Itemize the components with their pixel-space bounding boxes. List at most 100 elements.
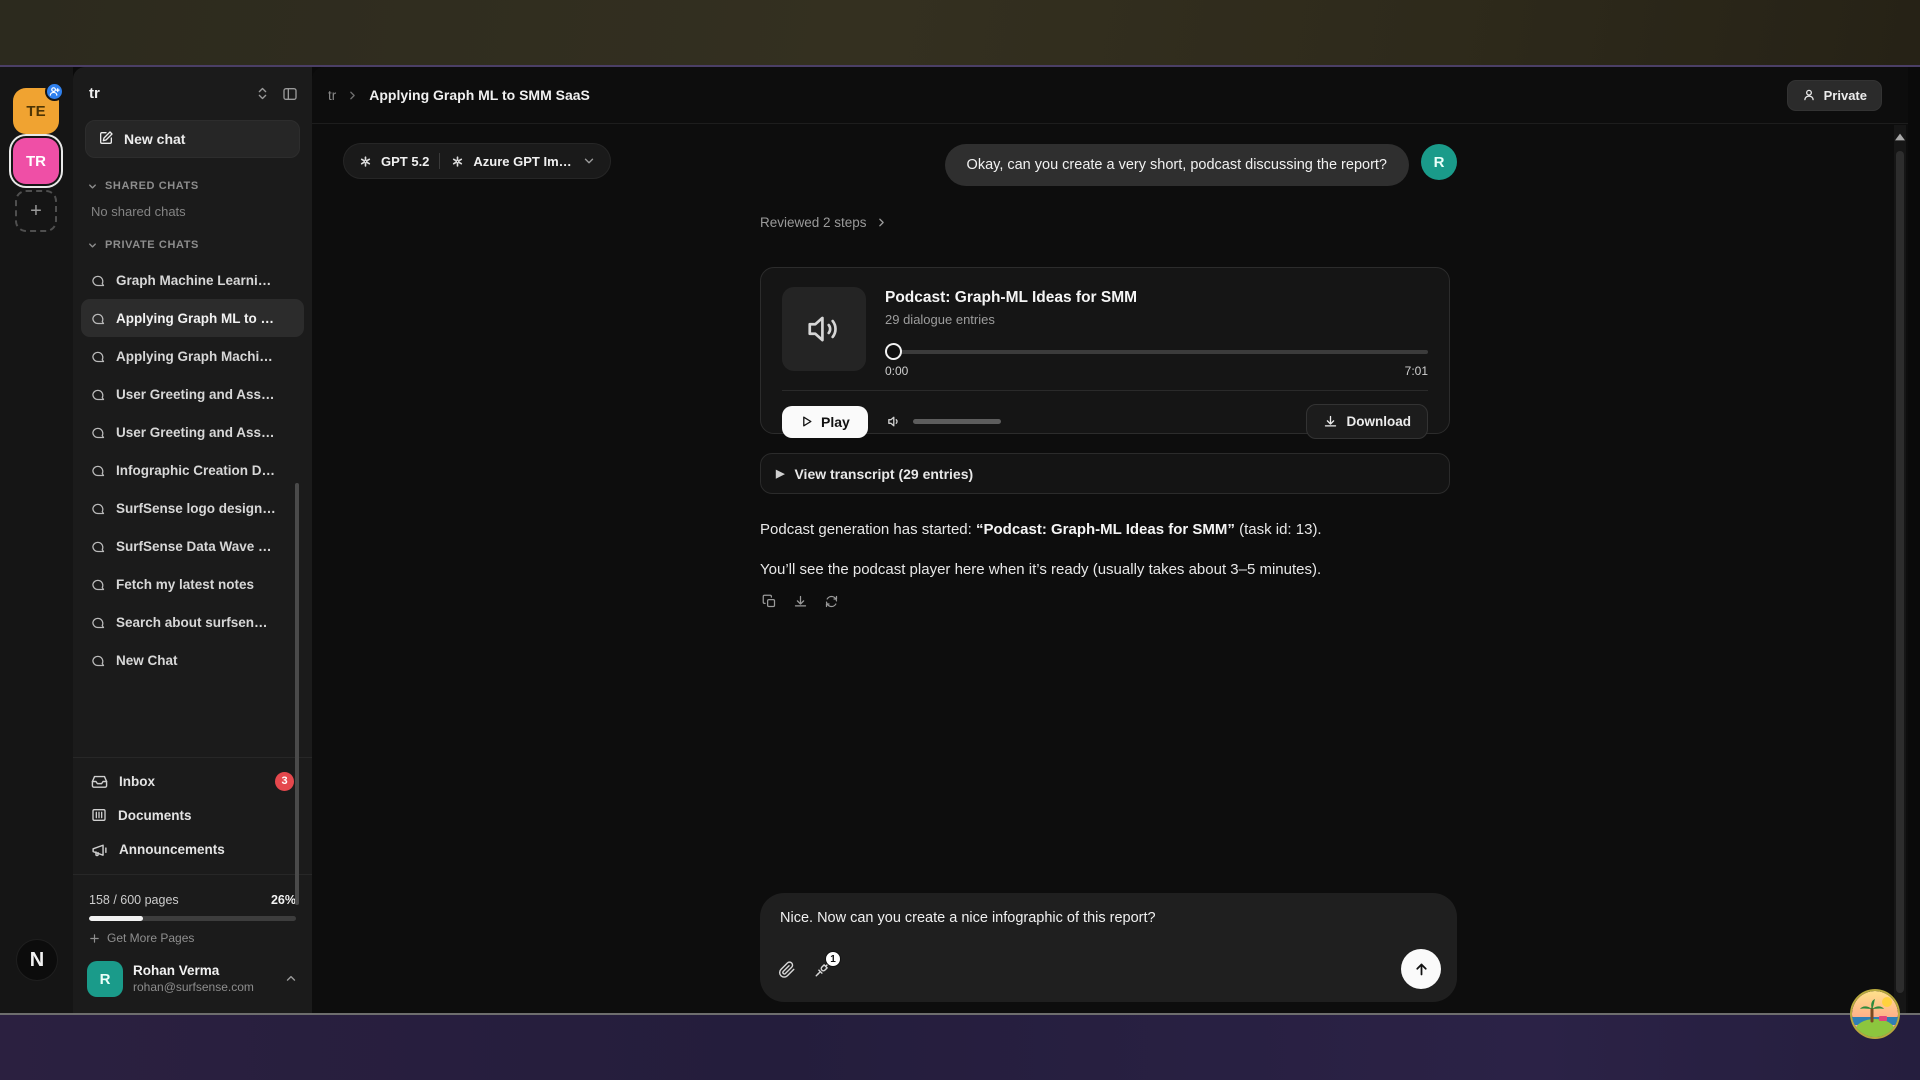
volume-slider[interactable] <box>913 419 1001 424</box>
workspace-name[interactable]: tr <box>89 85 243 102</box>
view-transcript-toggle[interactable]: ▶ View transcript (29 entries) <box>760 453 1450 494</box>
play-icon <box>800 415 813 428</box>
chat-list-item[interactable]: SurfSense logo design… <box>81 489 304 527</box>
chat-bubble-icon <box>91 387 106 402</box>
chat-title: New Chat <box>116 653 178 668</box>
model-selector[interactable]: GPT 5.2 Azure GPT Im… <box>343 143 611 179</box>
user-menu[interactable]: R Rohan Verma rohan@surfsense.com <box>73 951 312 1013</box>
sidebar-nav-item[interactable]: Documents <box>73 798 312 832</box>
attach-file-button[interactable] <box>778 960 796 978</box>
chat-thread: Okay, can you create a very short, podca… <box>760 67 1457 1013</box>
workspace-avatar-tr[interactable]: TR <box>13 138 59 184</box>
reviewed-steps-toggle[interactable]: Reviewed 2 steps <box>760 215 888 230</box>
breadcrumb-chat-title: Applying Graph ML to SMM SaaS <box>369 87 590 103</box>
chat-list-item[interactable]: Search about surfsen… <box>81 603 304 641</box>
chat-list-item[interactable]: SurfSense Data Wave … <box>81 527 304 565</box>
nav-label: Inbox <box>119 774 155 789</box>
chat-list-item[interactable]: New Chat <box>81 641 304 679</box>
chat-list-item[interactable]: User Greeting and Ass… <box>81 413 304 451</box>
podcast-thumbnail <box>782 287 866 371</box>
chat-bubble-icon <box>91 615 106 630</box>
seek-slider[interactable] <box>885 343 1428 361</box>
speaker-icon <box>805 310 843 348</box>
chat-list-item[interactable]: Fetch my latest notes <box>81 565 304 603</box>
chat-title: Applying Graph Machi… <box>116 349 273 364</box>
main-scrollbar[interactable] <box>1894 125 1906 1013</box>
chat-title: Graph Machine Learni… <box>116 273 271 288</box>
paperclip-icon <box>778 960 796 978</box>
chevron-down-icon <box>87 240 98 251</box>
sidebar: tr New chat SHARED CHATS No shared chats <box>73 67 312 1013</box>
sidebar-bottom: Inbox 3 Documents Announcements <box>73 749 312 1013</box>
podcast-player-card: Podcast: Graph-ML Ideas for SMM 29 dialo… <box>760 267 1450 434</box>
privacy-label: Private <box>1824 88 1867 103</box>
new-chat-label: New chat <box>124 131 185 147</box>
message-actions <box>762 594 839 609</box>
sidebar-nav-item[interactable]: Inbox 3 <box>73 764 312 798</box>
copy-icon[interactable] <box>762 594 777 609</box>
chat-bubble-icon <box>91 311 106 326</box>
divider <box>439 153 440 169</box>
person-icon <box>1802 88 1816 102</box>
chat-input-value[interactable]: Nice. Now can you create a nice infograp… <box>780 910 1439 926</box>
assistant-message: You’ll see the podcast player here when … <box>760 559 1457 580</box>
user-message-avatar: R <box>1421 144 1457 180</box>
chat-title: Search about surfsen… <box>116 615 268 630</box>
download-icon[interactable] <box>793 594 808 609</box>
chat-list-item[interactable]: User Greeting and Ass… <box>81 375 304 413</box>
openai-icon <box>450 154 465 169</box>
volume-icon <box>886 413 903 430</box>
breadcrumb-workspace[interactable]: tr <box>328 88 336 103</box>
main-panel: tr Applying Graph ML to SMM SaaS Private… <box>312 67 1908 1013</box>
nav-label: Announcements <box>119 842 225 857</box>
shared-chats-header[interactable]: SHARED CHATS <box>73 162 312 196</box>
chat-list-item[interactable]: Graph Machine Learni… <box>81 261 304 299</box>
workspace-avatar-te[interactable]: TE <box>13 88 59 134</box>
chevron-down-icon[interactable] <box>582 154 596 168</box>
download-icon <box>1323 414 1338 429</box>
workspace-tr-label: TR <box>26 153 46 170</box>
model-primary[interactable]: GPT 5.2 <box>358 154 429 169</box>
play-button[interactable]: Play <box>782 406 868 438</box>
chat-title: User Greeting and Ass… <box>116 387 275 402</box>
documents-icon <box>91 807 107 823</box>
chat-title: SurfSense logo design… <box>116 501 276 516</box>
model-secondary[interactable]: Azure GPT Im… <box>450 154 571 169</box>
new-chat-button[interactable]: New chat <box>85 120 300 158</box>
pages-percent: 26% <box>271 893 296 907</box>
get-more-pages-button[interactable]: Get More Pages <box>73 921 312 951</box>
seek-thumb[interactable] <box>885 343 902 360</box>
chevron-down-icon <box>87 181 98 192</box>
chat-list-item[interactable]: Applying Graph Machi… <box>81 337 304 375</box>
seek-track[interactable] <box>885 350 1428 354</box>
megaphone-icon <box>91 841 108 858</box>
no-shared-chats-text: No shared chats <box>73 196 312 221</box>
regenerate-icon[interactable] <box>824 594 839 609</box>
app-logo[interactable]: N <box>16 939 58 981</box>
private-chats-header[interactable]: PRIVATE CHATS <box>73 221 312 255</box>
chat-list-item[interactable]: Infographic Creation D… <box>81 451 304 489</box>
chat-list-item[interactable]: Applying Graph ML to … <box>81 299 304 337</box>
user-avatar: R <box>87 961 123 997</box>
connectors-button[interactable]: 1 <box>814 960 832 978</box>
sidebar-nav: Inbox 3 Documents Announcements <box>73 764 312 866</box>
chat-title: User Greeting and Ass… <box>116 425 275 440</box>
chat-bubble-icon <box>91 577 106 592</box>
app-window: TE TR + N tr <box>0 67 1920 1013</box>
download-button[interactable]: Download <box>1306 404 1429 439</box>
send-button[interactable] <box>1401 949 1441 989</box>
chat-bubble-icon <box>91 653 106 668</box>
screen: TE TR + N tr <box>0 0 1920 1080</box>
privacy-toggle-button[interactable]: Private <box>1787 80 1882 111</box>
sidebar-nav-item[interactable]: Announcements <box>73 832 312 866</box>
scrollbar-thumb[interactable] <box>1896 151 1904 993</box>
chat-title: Applying Graph ML to … <box>116 311 274 326</box>
sidebar-scrollbar[interactable] <box>295 483 299 905</box>
collapse-sidebar-icon[interactable] <box>282 86 298 102</box>
nav-label: Documents <box>118 808 192 823</box>
chat-input[interactable]: Nice. Now can you create a nice infograp… <box>760 893 1457 1002</box>
workspace-switcher-icon[interactable] <box>255 86 270 101</box>
island-extension-icon[interactable] <box>1852 991 1898 1037</box>
add-workspace-button[interactable]: + <box>15 190 57 232</box>
pages-count: 158 / 600 pages <box>89 893 179 907</box>
